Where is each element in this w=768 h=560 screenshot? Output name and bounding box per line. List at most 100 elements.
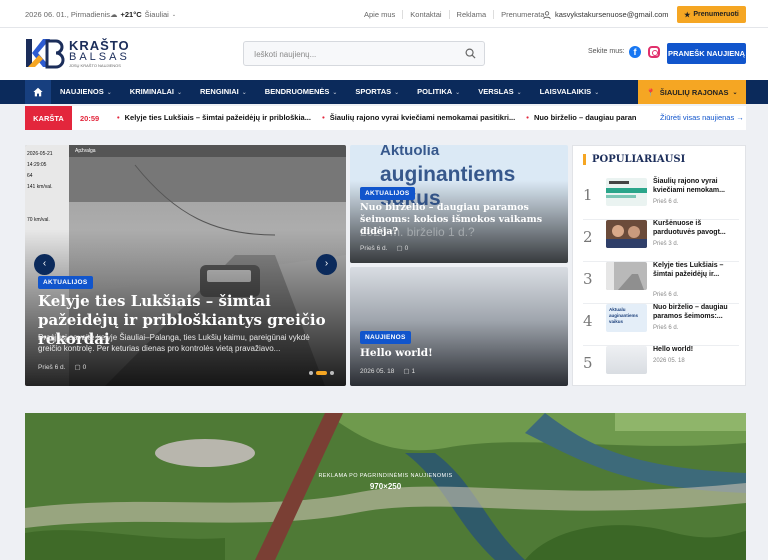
camera-overlay: 2026-05-21 14:29:05 64 141 km/val. 70 km… (27, 149, 53, 226)
top-bar: 2026 06. 01., Pirmadienis ☁ +21°C Šiauli… (0, 0, 768, 28)
map-pin-icon: 📍 (646, 87, 656, 97)
popular-time: Prieš 6 d. (653, 199, 679, 205)
list-item[interactable]: 1 Šiaulių rajono vyrai kviečiami nemokam… (583, 176, 739, 220)
all-news-link[interactable]: Žiūrėti visas naujienas → (655, 106, 744, 130)
top-links: Apie mus Kontaktai Reklama Prenumerata (364, 10, 552, 19)
popular-time: Prieš 6 d. (653, 292, 679, 298)
thumbnail-text: Aktualu auginantiems vaikus (609, 307, 639, 324)
link-contacts[interactable]: Kontaktai (402, 10, 448, 19)
chevron-down-icon: ⌄ (732, 89, 738, 96)
follow-label: Sekite mus: (588, 48, 625, 55)
user-icon (543, 10, 551, 19)
ticker-news: Kelyje ties Lukšiais – šimtai pažeidėjų … (117, 106, 672, 130)
overlay-date: 2026-05-21 (27, 151, 53, 157)
nav-item-sportas[interactable]: SPORTAS ⌄ (346, 80, 408, 104)
ad-banner[interactable]: REKLAMA PO PAGRINDINĖMIS NAUJIENOMIS 970… (25, 413, 746, 560)
weather-widget: ☁ +21°C Šiauliai ⌄ (110, 10, 176, 19)
rank-number: 1 (583, 186, 593, 204)
article-comments: 0 (404, 244, 409, 252)
featured-meta: Prieš 6 d. ▢ 0 (38, 363, 87, 372)
slider-dot-active[interactable] (316, 371, 327, 375)
list-item[interactable]: 5 Hello world! 2026 05. 18 (583, 344, 739, 388)
logo-mark (25, 37, 65, 69)
rank-number: 5 (583, 354, 593, 372)
nav-item-kriminalai[interactable]: KRIMINALAI ⌄ (121, 80, 191, 104)
side-top-title[interactable]: Nuo birželio – daugiau paramos šeimoms: … (360, 202, 560, 238)
popular-time: Prieš 6 d. (653, 325, 679, 331)
search-input[interactable]: Ieškoti naujienų... (243, 41, 485, 66)
search-icon[interactable] (465, 48, 476, 59)
link-about[interactable]: Apie mus (364, 10, 402, 19)
weather-city: Šiauliai (144, 10, 169, 19)
comment-icon: ▢ (396, 245, 403, 252)
list-item[interactable]: 3 Kelyje ties Lukšiais – šimtai pažeidėj… (583, 260, 739, 304)
subscribe-button[interactable]: ★ Prenumeruoti (677, 6, 746, 23)
nav-item-bendruomenes[interactable]: BENDRUOMENĖS ⌄ (256, 80, 347, 104)
popular-title: Kelyje ties Lukšiais – šimtai pažeidėjų … (653, 262, 724, 278)
star-icon: ★ (684, 11, 691, 19)
email-link[interactable]: kasvykstakursenuose@gmail.com (543, 10, 669, 19)
side-article-bottom[interactable]: NAUJIENOS Hello world! 2026 05. 18 ▢ 1 (350, 267, 568, 386)
side-article-top[interactable]: Aktuolia auginantiems šukus 2026 m. birž… (350, 145, 568, 263)
slider-dot[interactable] (309, 371, 313, 375)
region-label: ŠIAULIŲ RAJONAS (659, 87, 729, 97)
page: 2026 06. 01., Pirmadienis ☁ +21°C Šiauli… (0, 0, 768, 560)
category-badge[interactable]: AKTUALIJOS (360, 187, 415, 200)
popular-widget: POPULIARIAUSI 1 Šiaulių rajono vyrai kvi… (572, 145, 746, 386)
rank-number: 4 (583, 312, 593, 330)
nav-items: NAUJIENOS ⌄ KRIMINALAI ⌄ RENGINIAI ⌄ BENDRU… (51, 80, 608, 104)
instagram-icon[interactable] (648, 46, 660, 58)
comment-icon: ▢ (74, 364, 81, 371)
featured-time: Prieš 6 d. (38, 363, 66, 371)
thumbnail (606, 178, 647, 206)
cloud-icon: ☁ (110, 10, 118, 19)
nav-item-naujienos[interactable]: NAUJIENOS ⌄ (51, 80, 121, 104)
slider-dot[interactable] (330, 371, 334, 375)
overlay-speed: 141 km/val. (27, 184, 53, 190)
thumbnail (606, 346, 647, 374)
featured-slider[interactable]: 2026-05-21 14:29:05 64 141 km/val. 70 km… (25, 145, 346, 386)
side-bottom-title[interactable]: Hello world! (360, 347, 433, 359)
list-item[interactable]: 4 Aktualu auginantiems vaikus Nuo biržel… (583, 302, 739, 346)
link-ads[interactable]: Reklama (448, 10, 494, 19)
ticker-item[interactable]: Nuo birželio – daugiau paran (526, 113, 636, 122)
category-badge[interactable]: AKTUALIJOS (38, 276, 93, 289)
side-top-meta: Prieš 6 d. ▢ 0 (360, 244, 409, 253)
nav-item-politika[interactable]: POLITIKA ⌄ (408, 80, 469, 104)
nav-item-laisvalaikis[interactable]: LAISVALAIKIS ⌄ (531, 80, 609, 104)
overlay-place: Apžvalga (75, 148, 96, 154)
overlay-clock: 14:29:05 (27, 162, 47, 168)
ticker-item[interactable]: Šiaulių rajono vyrai kviečiami nemokamai… (322, 113, 515, 122)
rank-number: 2 (583, 228, 593, 246)
rank-number: 3 (583, 270, 593, 288)
breaking-ticker: KARŠTA 20:59 Kelyje ties Lukšiais – šimt… (25, 106, 746, 130)
region-selector[interactable]: 📍 ŠIAULIŲ RAJONAS ⌄ (638, 80, 746, 104)
slider-dots (309, 371, 334, 375)
featured-excerpt: Praėjusį savaitę kelyje Šiauliai–Palanga… (38, 333, 310, 353)
category-badge[interactable]: NAUJIENOS (360, 331, 411, 344)
list-item[interactable]: 2 Kuršėnuose iš parduotuvės pavogt... Pr… (583, 218, 739, 262)
article-time: Prieš 6 d. (360, 244, 388, 252)
facebook-icon[interactable]: f (629, 46, 641, 58)
thumbnail (606, 220, 647, 248)
popular-heading: POPULIARIAUSI (583, 154, 685, 165)
site-logo[interactable]: KRAŠTO BALSAS JŪSŲ KRAŠTO NAUJIENOS (25, 37, 130, 69)
ad-label: REKLAMA PO PAGRINDINĖMIS NAUJIENOMIS (318, 473, 453, 479)
ticker-item[interactable]: Kelyje ties Lukšiais – šimtai pažeidėjų … (117, 113, 311, 122)
home-icon[interactable] (25, 80, 51, 104)
nav-item-verslas[interactable]: VERSLAS ⌄ (469, 80, 530, 104)
main-nav: NAUJIENOS ⌄ KRIMINALAI ⌄ RENGINIAI ⌄ BENDRU… (0, 80, 768, 104)
chevron-down-icon: ⌄ (171, 11, 177, 18)
article-time: 2026 05. 18 (360, 367, 395, 375)
thumbnail: Aktualu auginantiems vaikus (606, 304, 647, 332)
report-news-button[interactable]: PRANEŠK NAUJIENĄ (667, 43, 746, 64)
popular-time: Prieš 3 d. (653, 241, 679, 247)
image-text: Aktuolia (380, 145, 440, 159)
slider-next-button[interactable]: › (316, 254, 337, 275)
temperature: +21°C (120, 10, 142, 19)
nav-item-renginiai[interactable]: RENGINIAI ⌄ (191, 80, 256, 104)
comment-icon: ▢ (403, 368, 410, 375)
logo-tagline: JŪSŲ KRAŠTO NAUJIENOS (69, 62, 121, 68)
popular-title: Kuršėnuose iš parduotuvės pavogt... (653, 220, 726, 236)
featured-comments: 0 (82, 363, 87, 371)
